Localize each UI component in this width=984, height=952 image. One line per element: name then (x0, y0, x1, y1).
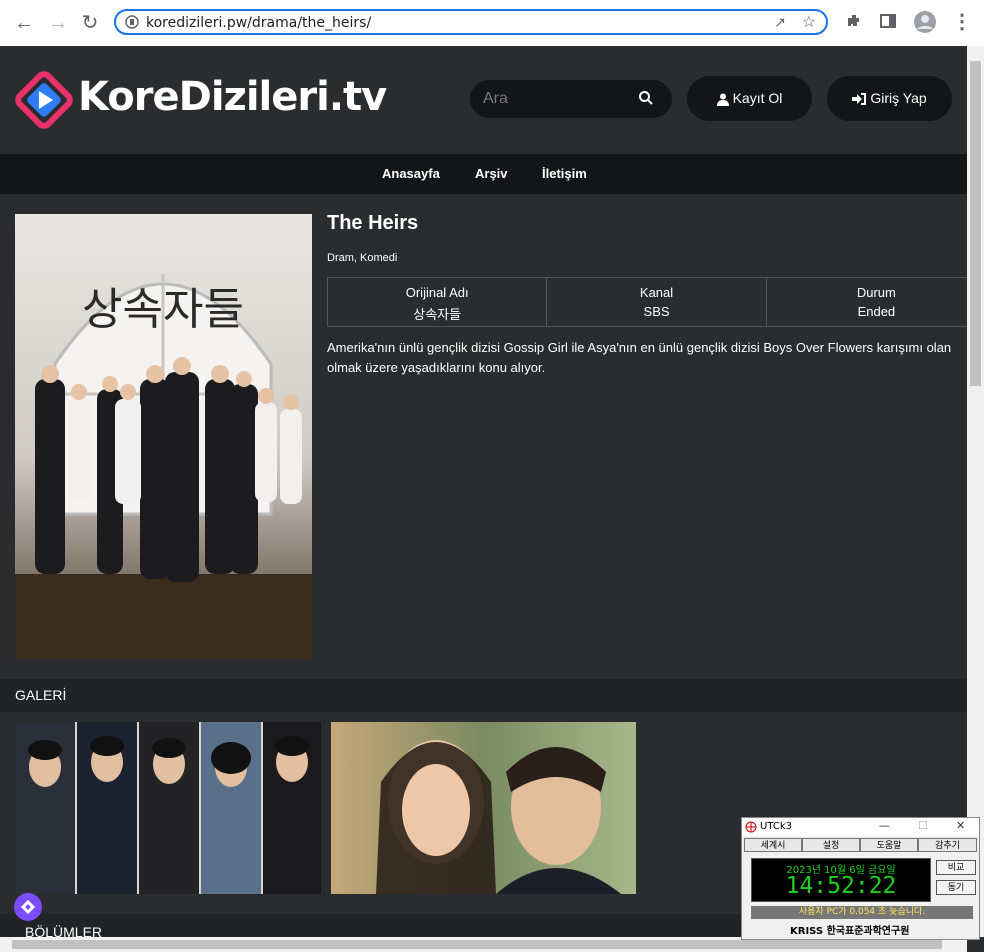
vertical-scrollbar-thumb[interactable] (970, 61, 981, 386)
utck-title: UTCk3 (760, 821, 792, 832)
drama-genres[interactable]: Dram, Komedi (327, 252, 397, 264)
sync-button[interactable]: 동기 (936, 880, 976, 895)
utck-time: 14:52:22 (785, 873, 897, 899)
url-text: koredizileri.pw/drama/the_heirs/ (146, 15, 372, 31)
utck-status-message: 사용자 PC가 0.054 초 늦습니다. (751, 906, 973, 919)
utck-title-bar[interactable]: UTCk3 — ☐ ✕ (742, 818, 979, 836)
poster-title-text: 상속자들 (82, 284, 244, 335)
gallery-image-2[interactable] (331, 722, 636, 894)
site-info-icon[interactable] (125, 15, 139, 29)
main-menu: Anasayfa Arşiv İletişim (0, 154, 967, 194)
maximize-icon[interactable]: ☐ (918, 819, 928, 832)
address-bar[interactable]: koredizileri.pw/drama/the_heirs/ ↗ ☆ (114, 9, 828, 35)
search-icon[interactable] (638, 90, 654, 106)
sign-in-icon (852, 93, 867, 106)
tab-help[interactable]: 도움말 (860, 838, 918, 852)
navigation-diamond-icon (20, 899, 36, 915)
menu-item-home[interactable]: Anasayfa (382, 166, 440, 181)
bookmark-star-icon[interactable]: ☆ (802, 12, 816, 32)
register-label: Kayıt Ol (732, 90, 783, 106)
info-value: SBS (643, 304, 670, 319)
tab-settings[interactable]: 설정 (802, 838, 860, 852)
drama-poster-image: 상속자들 (15, 214, 312, 659)
site-logo-icon[interactable] (14, 70, 74, 130)
extensions-puzzle-icon[interactable] (845, 12, 863, 30)
page-content: KoreDizileri.tv Ara Kayıt Ol Giriş Yap A… (0, 46, 967, 937)
back-arrow-icon[interactable]: ← (12, 11, 36, 35)
login-button[interactable]: Giriş Yap (827, 76, 952, 121)
browser-toolbar: ← → ↻ koredizileri.pw/drama/the_heirs/ ↗… (0, 0, 984, 47)
site-header: KoreDizileri.tv Ara Kayıt Ol Giriş Yap (0, 46, 967, 154)
info-label: Orijinal Adı (405, 285, 469, 300)
user-icon (716, 93, 729, 106)
drama-info-table: Orijinal Adı 상속자들 Kanal SBS Durum Ended (327, 277, 967, 327)
drama-description: Amerika'nın ünlü gençlik dizisi Gossip G… (327, 338, 967, 378)
profile-avatar-icon[interactable] (914, 11, 936, 33)
close-icon[interactable]: ✕ (956, 819, 965, 832)
menu-item-archive[interactable]: Arşiv (475, 166, 508, 181)
description-line: olmak üzere yaşadıklarını konu alıyor. (327, 360, 546, 375)
site-logo-text[interactable]: KoreDizileri.tv (78, 74, 387, 120)
floating-action-button[interactable] (14, 893, 42, 921)
horizontal-scrollbar-thumb[interactable] (12, 940, 942, 949)
compare-button[interactable]: 비교 (936, 860, 976, 875)
info-channel: Kanal SBS (547, 278, 767, 326)
browser-menu-icon[interactable]: ⋮ (952, 9, 972, 34)
side-panel-icon[interactable] (879, 12, 897, 30)
login-label: Giriş Yap (870, 90, 927, 106)
gallery-header: GALERİ (0, 679, 967, 712)
search-input[interactable]: Ara (483, 90, 508, 108)
description-line: Amerika'nın ünlü gençlik dizisi Gossip G… (327, 340, 952, 355)
utck-clock-display: 2023년 10월 6일 금요일 14:52:22 (751, 858, 931, 902)
minimize-icon[interactable]: — (879, 819, 890, 832)
tab-hide[interactable]: 감추기 (918, 838, 977, 852)
gallery-title: GALERİ (15, 687, 67, 703)
search-box[interactable]: Ara (470, 80, 672, 118)
info-status: Durum Ended (767, 278, 967, 326)
register-button[interactable]: Kayıt Ol (687, 76, 812, 121)
vertical-scrollbar[interactable] (967, 46, 984, 937)
episodes-title: BÖLÜMLER (25, 924, 103, 937)
info-original-name: Orijinal Adı 상속자들 (328, 278, 548, 326)
gallery-image-1[interactable] (15, 722, 321, 894)
tab-world-clock[interactable]: 세계시 (744, 838, 802, 852)
utck-clock-window: UTCk3 — ☐ ✕ 세계시 설정 도움말 감추기 2023년 10월 6일 … (741, 817, 980, 940)
info-value: Ended (857, 304, 896, 319)
reload-icon[interactable]: ↻ (78, 11, 102, 35)
drama-title: The Heirs (327, 212, 419, 234)
menu-item-contact[interactable]: İletişim (542, 166, 587, 181)
forward-arrow-icon[interactable]: → (46, 11, 70, 35)
info-value: 상속자들 (413, 307, 462, 322)
share-icon[interactable]: ↗ (774, 14, 786, 31)
utck-app-icon (745, 821, 757, 833)
info-label: Kanal (639, 285, 674, 300)
info-label: Durum (856, 285, 896, 300)
kriss-logo: KRISS 한국표준과학연구원 (790, 926, 910, 937)
